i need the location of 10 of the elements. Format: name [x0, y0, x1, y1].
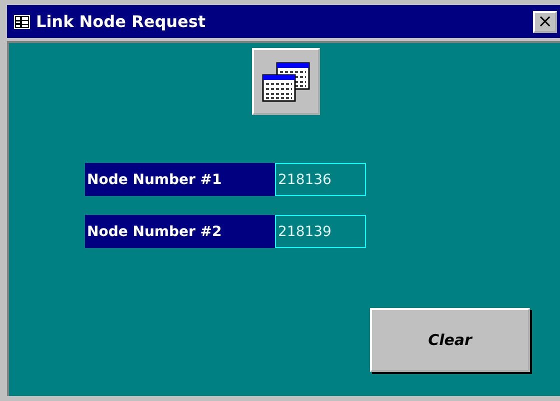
tables-icon [261, 60, 311, 102]
input-field[interactable]: 218139 [275, 215, 366, 248]
close-button[interactable]: × [533, 10, 557, 32]
input-field[interactable]: 218136 [275, 163, 366, 196]
field-label: Node Number #1 [85, 163, 275, 196]
clear-button[interactable]: Clear [370, 308, 530, 372]
window-title: Link Node Request [36, 12, 207, 31]
form-icon [14, 14, 30, 28]
field-label: Node Number #2 [85, 215, 275, 248]
tables-button[interactable] [252, 48, 320, 115]
